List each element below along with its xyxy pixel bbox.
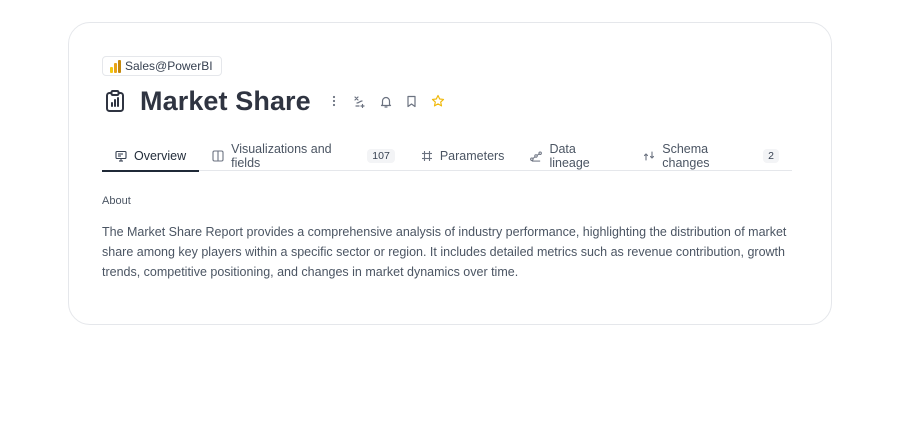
tab-bar: Overview Visualizations and fields 107 P… xyxy=(102,141,792,172)
asset-card: Sales@PowerBI Market Share Overview Visu… xyxy=(68,22,832,325)
tab-schema-changes-label: Schema changes xyxy=(662,142,710,170)
page-title: Market Share xyxy=(140,85,311,116)
tab-overview-label: Overview xyxy=(134,149,187,163)
more-vertical-icon[interactable] xyxy=(321,88,347,114)
about-description: The Market Share Report provides a compr… xyxy=(102,225,787,279)
arrows-icon xyxy=(643,150,655,162)
report-clipboard-icon xyxy=(102,88,128,114)
tab-parameters-label: Parameters xyxy=(439,149,505,163)
columns-icon xyxy=(212,150,224,162)
hash-frame-icon xyxy=(421,150,433,162)
source-label: Sales@PowerBI xyxy=(125,59,213,73)
source-chip[interactable]: Sales@PowerBI xyxy=(102,56,222,76)
bookmark-icon[interactable] xyxy=(399,88,425,114)
tab-schema-changes[interactable]: Schema changes 2 xyxy=(630,141,792,171)
bell-icon[interactable] xyxy=(373,88,399,114)
tab-data-lineage-label: Data lineage xyxy=(549,142,590,170)
lineage-icon xyxy=(530,150,543,162)
count-badge: 107 xyxy=(367,149,395,163)
tab-data-lineage[interactable]: Data lineage xyxy=(517,141,630,171)
monitor-icon xyxy=(115,150,127,162)
tab-overview[interactable]: Overview xyxy=(102,141,200,172)
tab-visualizations-label: Visualizations and fields xyxy=(231,142,332,170)
star-icon[interactable] xyxy=(425,88,451,114)
tab-parameters[interactable]: Parameters xyxy=(408,141,518,171)
count-badge: 2 xyxy=(763,149,779,163)
tab-visualizations-and-fields[interactable]: Visualizations and fields 107 xyxy=(199,141,408,171)
about-label: About xyxy=(102,195,131,207)
lineage-sparkle-icon[interactable] xyxy=(347,88,373,114)
title-row: Market Share xyxy=(102,85,451,117)
powerbi-icon xyxy=(110,59,121,73)
